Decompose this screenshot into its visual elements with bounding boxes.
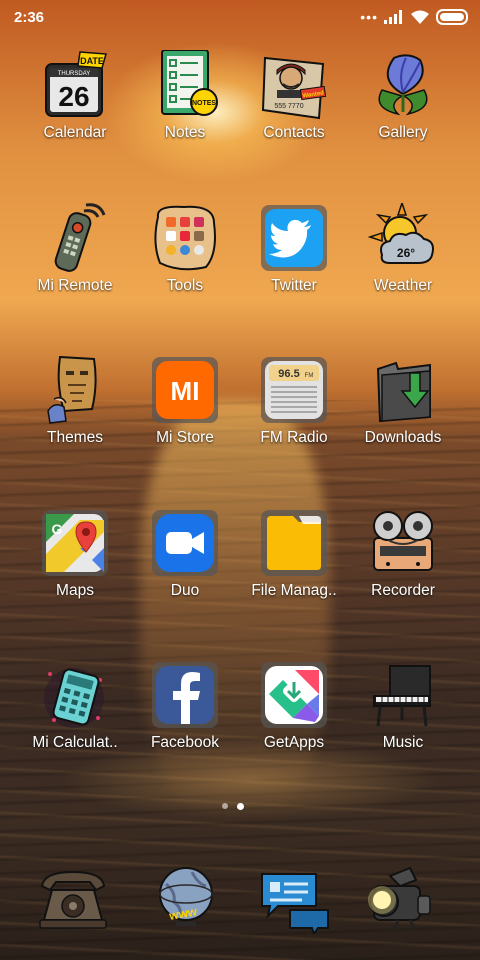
recorder-icon [373, 511, 433, 571]
page-indicator[interactable] [222, 802, 244, 810]
calendar-day-number: 26 [58, 81, 89, 112]
app-label: Contacts [263, 124, 325, 141]
app-themes[interactable]: Themes [16, 355, 134, 475]
app-label: Mi Store [156, 429, 214, 446]
notes-icon: NOTES [161, 50, 218, 116]
radio-unit: FM [305, 373, 314, 379]
folder-icon [261, 510, 327, 576]
contacts-digits: 555 7770 [274, 103, 303, 110]
app-label: Tools [166, 277, 204, 294]
status-time: 2:36 [14, 9, 45, 26]
app-label: File Manag.. [251, 582, 337, 599]
wifi-icon [411, 10, 429, 24]
signal-icon [384, 10, 402, 24]
app-mi-calculator[interactable]: Mi Calculat.. [16, 660, 134, 780]
app-label: Downloads [364, 429, 442, 446]
app-mi-remote[interactable]: Mi Remote [16, 203, 134, 323]
tools-icon [154, 205, 216, 271]
app-label: Music [382, 734, 424, 751]
app-label: Recorder [371, 582, 435, 599]
app-label: Twitter [271, 277, 317, 294]
app-label: FM Radio [260, 429, 328, 446]
app-label: Mi Calculat.. [32, 734, 118, 751]
camera-icon [368, 866, 431, 933]
app-facebook[interactable]: Facebook [126, 660, 244, 780]
app-contacts[interactable]: 555 7770 Wanted Contacts [235, 50, 353, 170]
app-label: Weather [373, 277, 433, 294]
app-label: Mi Remote [37, 277, 113, 294]
facebook-icon [152, 662, 218, 728]
calculator-icon [44, 668, 104, 728]
app-label: Themes [47, 429, 103, 446]
duo-icon [152, 510, 218, 576]
weather-icon: 26° [368, 203, 434, 264]
radio-frequency: 96.5 [278, 368, 299, 380]
app-maps[interactable]: G Maps [16, 508, 134, 628]
app-music[interactable]: Music [344, 660, 462, 780]
app-label: Facebook [150, 734, 220, 751]
page-dot[interactable] [222, 803, 228, 809]
app-getapps[interactable]: GetApps [235, 660, 353, 780]
app-label: Calendar [43, 124, 107, 141]
app-twitter[interactable]: Twitter [235, 203, 353, 323]
downloads-icon [376, 361, 431, 423]
twitter-icon [261, 205, 327, 271]
page-dot-active[interactable] [237, 802, 244, 810]
status-bar: 2:36 ••• [0, 0, 480, 34]
app-gallery[interactable]: Gallery [344, 50, 462, 170]
dock-phone[interactable] [34, 862, 124, 942]
phone-icon [39, 870, 107, 929]
app-duo[interactable]: Duo [126, 508, 244, 628]
piano-icon [373, 665, 431, 727]
calendar-badge: DATE [80, 56, 104, 66]
app-downloads[interactable]: Downloads [344, 355, 462, 475]
mi-logo-text: MI [171, 376, 200, 406]
app-weather[interactable]: 26° Weather [344, 203, 462, 323]
radio-icon: 96.5 FM [261, 357, 327, 423]
gallery-icon [378, 54, 428, 116]
notification-dots: ••• [360, 9, 378, 25]
themes-icon [47, 355, 97, 424]
app-notes[interactable]: NOTES Notes [126, 50, 244, 170]
contacts-icon: 555 7770 Wanted [261, 56, 327, 120]
calendar-icon: THURSDAY 26 DATE [45, 51, 107, 117]
calendar-day-name: THURSDAY [58, 71, 91, 77]
notes-badge: NOTES [192, 100, 216, 107]
app-label: Notes [164, 124, 206, 141]
app-fm-radio[interactable]: 96.5 FM FM Radio [235, 355, 353, 475]
app-label: Maps [56, 582, 94, 599]
mi-store-icon: MI [152, 357, 218, 423]
dock-messages[interactable] [256, 862, 346, 942]
app-mi-store[interactable]: MI Mi Store [126, 355, 244, 475]
app-recorder[interactable]: Recorder [344, 508, 462, 628]
app-label: GetApps [263, 734, 325, 751]
app-tools[interactable]: Tools [126, 203, 244, 323]
app-label: Gallery [378, 124, 428, 141]
svg-text:G: G [52, 521, 63, 537]
getapps-icon [261, 662, 327, 728]
status-icons: ••• [360, 8, 468, 26]
app-file-manager[interactable]: File Manag.. [235, 508, 353, 628]
battery-icon [436, 9, 468, 25]
maps-icon: G [42, 510, 108, 576]
app-label: Duo [170, 582, 200, 599]
dock-camera[interactable] [360, 862, 450, 942]
dock-browser[interactable]: www [146, 862, 236, 942]
browser-icon: www [159, 867, 213, 926]
weather-temperature: 26° [397, 246, 415, 260]
app-calendar[interactable]: THURSDAY 26 DATE Calendar [16, 50, 134, 170]
remote-icon [54, 203, 106, 272]
messages-icon [261, 873, 329, 937]
